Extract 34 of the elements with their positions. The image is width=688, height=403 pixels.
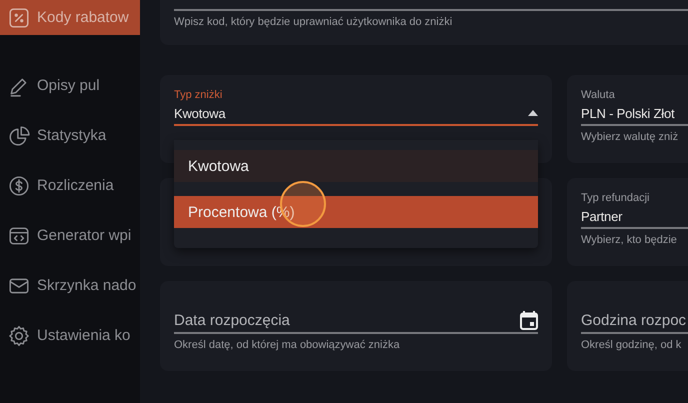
percent-icon — [8, 6, 30, 28]
field-label: Typ zniżki — [174, 89, 224, 102]
sidebar-label: Ustawienia ko — [37, 327, 130, 344]
field-label: Waluta — [581, 89, 616, 102]
sidebar-label: Opisy pul — [37, 77, 100, 94]
sidebar-item[interactable]: Kody rabatow — [0, 0, 140, 35]
helper-text: Określ godzinę, od k — [581, 339, 682, 351]
dropdown-option[interactable]: Kwotowa — [174, 150, 538, 182]
helper-text: Wpisz kod, który będzie uprawniać użytkownika do zniżki — [174, 16, 454, 28]
select-field[interactable]: Kwotowa — [174, 102, 538, 124]
calendar-icon — [520, 310, 538, 330]
sidebar-label: Generator wpi — [37, 227, 132, 244]
select-field[interactable]: PLN - Polski Złot — [581, 102, 688, 124]
sidebar-label: Skrzynka nado — [37, 277, 136, 294]
code-icon — [8, 224, 30, 246]
sidebar-item[interactable]: Skrzynka nado — [0, 268, 140, 303]
select-field[interactable]: Partner — [581, 205, 688, 227]
helper-text: Wybierz walutę zniż — [581, 131, 680, 143]
sidebar-item[interactable]: Ustawienia ko — [0, 318, 140, 353]
helper-text: Wybierz, kto będzie — [581, 234, 678, 246]
sidebar-item[interactable]: Rozliczenia — [0, 168, 140, 203]
sidebar-item[interactable]: Statystyka — [0, 118, 140, 153]
sidebar-label: Kody rabatow — [37, 9, 129, 26]
pie-chart-icon — [8, 124, 30, 146]
date-field[interactable]: Data rozpoczęcia — [174, 308, 538, 332]
field-label: Typ refundacji — [581, 192, 650, 205]
settings-icon — [8, 324, 30, 346]
date-field[interactable]: Godzina rozpoc — [581, 308, 688, 332]
sidebar-item[interactable]: Generator wpi — [0, 218, 140, 253]
sidebar-item[interactable]: Opisy pul — [0, 68, 140, 103]
sidebar-label: Rozliczenia — [37, 177, 114, 194]
helper-text: Określ datę, od której ma obowiązywać zniżka — [174, 339, 401, 351]
dollar-icon — [8, 174, 30, 196]
sidebar-label: Statystyka — [37, 127, 106, 144]
